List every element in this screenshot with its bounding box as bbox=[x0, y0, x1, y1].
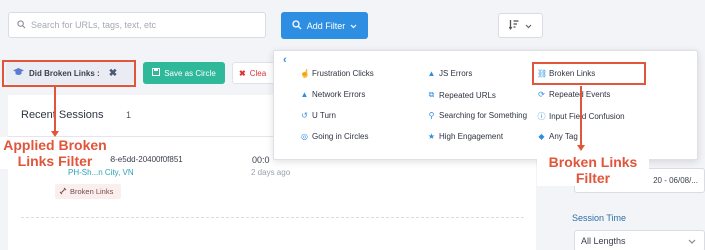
menu-item-label: Frustration Clicks bbox=[312, 69, 374, 78]
repeat-icon: ⟳ bbox=[538, 90, 545, 99]
sort-icon bbox=[508, 19, 519, 32]
session-location: PH-Sh...n City, VN bbox=[68, 168, 134, 177]
session-time-label: Session Time bbox=[572, 213, 627, 223]
applied-filter-arrow-line bbox=[54, 87, 56, 132]
menu-item-searching-for-something[interactable]: ⚲ Searching for Something bbox=[427, 111, 528, 120]
menu-item-label: Network Errors bbox=[312, 90, 366, 99]
session-relative-time: 2 days ago bbox=[251, 168, 291, 177]
search-icon bbox=[17, 19, 26, 31]
save-as-circle-button[interactable]: Save as Circle bbox=[143, 62, 225, 84]
menu-item-label: Searching for Something bbox=[439, 111, 528, 120]
search-icon bbox=[292, 19, 302, 32]
chevron-down-icon bbox=[350, 21, 357, 31]
annotation-line: Broken Links bbox=[548, 154, 638, 170]
filter-menu-dropdown: ‹ ☝ Frustration Clicks ▲ Network Errors … bbox=[273, 50, 698, 160]
chevron-down-icon bbox=[525, 21, 532, 31]
broken-links-arrow-head bbox=[577, 145, 585, 151]
recent-sessions-title: Recent Sessions bbox=[21, 109, 104, 121]
tag-icon: ◆ bbox=[538, 132, 545, 141]
add-filter-button[interactable]: Add Filter bbox=[281, 12, 368, 39]
applied-filter-annotation: Applied Broken Links Filter bbox=[0, 137, 110, 169]
graduation-cap-icon: ★ bbox=[427, 132, 436, 141]
search-input[interactable] bbox=[31, 20, 251, 30]
save-icon bbox=[152, 68, 161, 78]
menu-item-frustration-clicks[interactable]: ☝ Frustration Clicks bbox=[300, 69, 374, 78]
menu-item-repeated-events[interactable]: ⟳ Repeated Events bbox=[537, 90, 610, 99]
session-duration: 00:0 bbox=[252, 155, 270, 165]
annotation-line: Applied Broken bbox=[3, 137, 107, 153]
tag-label: Broken Links bbox=[70, 187, 114, 196]
close-icon: ✖ bbox=[239, 68, 246, 78]
broken-links-highlight-box bbox=[532, 62, 646, 85]
menu-item-label: Going in Circles bbox=[312, 132, 369, 141]
menu-item-label: Input Field Confusion bbox=[549, 112, 625, 121]
menu-item-js-errors[interactable]: ▲ JS Errors bbox=[427, 69, 473, 78]
search-icon: ⚲ bbox=[428, 111, 435, 120]
save-as-circle-label: Save as Circle bbox=[164, 68, 216, 78]
menu-item-label: Repeated URLs bbox=[439, 90, 496, 100]
search-box[interactable] bbox=[8, 12, 266, 38]
add-filter-label: Add Filter bbox=[306, 20, 346, 31]
annotation-line: Links Filter bbox=[17, 153, 93, 169]
menu-item-label: High Engagement bbox=[439, 132, 504, 141]
applied-filters-row: Did Broken Links : ✖ Save as Circle ✖ Cl… bbox=[0, 60, 290, 87]
session-length-value: All Lengths bbox=[581, 236, 626, 246]
chevron-down-icon bbox=[688, 236, 696, 246]
copy-icon: ⧉ bbox=[428, 90, 435, 99]
link-icon bbox=[59, 187, 67, 197]
menu-item-u-turn[interactable]: ↺ U Turn bbox=[300, 111, 336, 120]
warning-icon: ▲ bbox=[300, 90, 309, 99]
menu-item-high-engagement[interactable]: ★ High Engagement bbox=[427, 132, 503, 141]
broken-links-arrow-line bbox=[580, 86, 582, 146]
date-range-value: 20 - 06/08/... bbox=[653, 176, 698, 185]
session-tag-broken-links[interactable]: Broken Links bbox=[55, 184, 121, 199]
back-arrow-icon[interactable]: ‹ bbox=[283, 54, 287, 66]
annotation-line: Filter bbox=[575, 170, 611, 186]
row-separator bbox=[21, 217, 524, 218]
menu-item-label: U Turn bbox=[312, 111, 337, 120]
menu-item-network-errors[interactable]: ▲ Network Errors bbox=[300, 90, 366, 99]
menu-item-any-tag[interactable]: ◆ Any Tag bbox=[537, 132, 578, 141]
clear-label: Clea bbox=[249, 68, 267, 78]
menu-item-label: Any Tag bbox=[549, 132, 578, 141]
sessions-count: 1 bbox=[126, 110, 132, 120]
info-icon: ⓘ bbox=[537, 112, 546, 121]
warning-icon: ▲ bbox=[427, 69, 436, 78]
sort-button[interactable] bbox=[498, 13, 543, 38]
u-turn-icon: ↺ bbox=[301, 111, 308, 120]
menu-item-label: JS Errors bbox=[439, 69, 473, 78]
menu-item-repeated-urls[interactable]: ⧉ Repeated URLs bbox=[427, 90, 496, 100]
applied-filter-highlight-box bbox=[2, 60, 136, 87]
session-length-select[interactable]: All Lengths bbox=[574, 230, 705, 250]
menu-item-going-in-circles[interactable]: ◎ Going in Circles bbox=[300, 132, 368, 141]
pointer-icon: ☝ bbox=[300, 69, 310, 78]
broken-links-annotation: Broken Links Filter bbox=[537, 154, 649, 186]
circle-icon: ◎ bbox=[301, 132, 308, 141]
